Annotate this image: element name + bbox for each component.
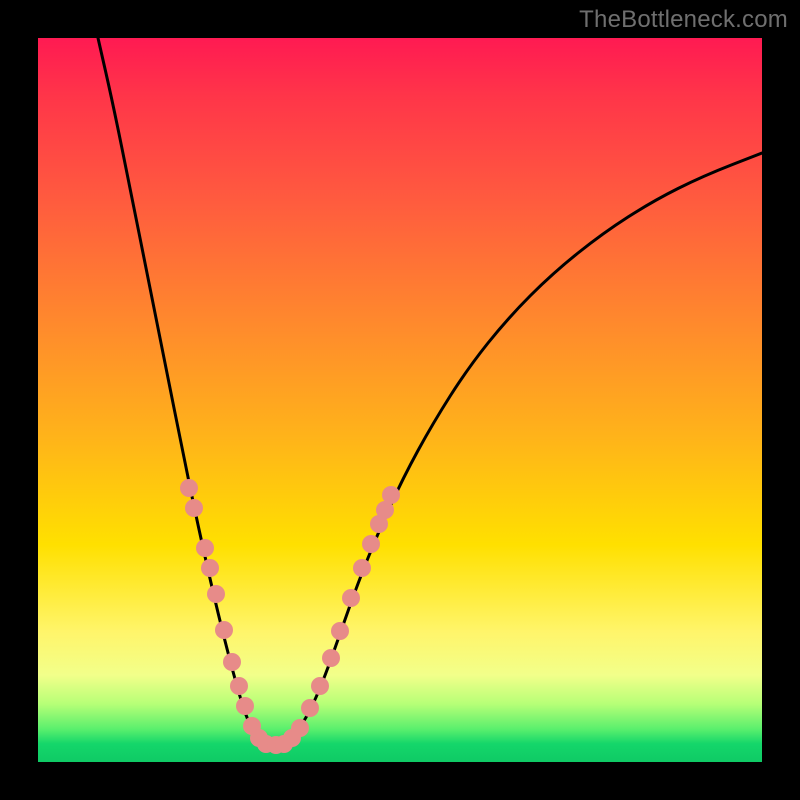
plot-area	[38, 38, 762, 762]
data-point	[353, 559, 371, 577]
watermark-text: TheBottleneck.com	[579, 6, 788, 34]
chart-svg	[38, 38, 762, 762]
data-point	[382, 486, 400, 504]
data-point	[301, 699, 319, 717]
data-point	[196, 539, 214, 557]
data-point	[230, 677, 248, 695]
curve-dots-right	[275, 486, 400, 753]
data-point	[291, 719, 309, 737]
data-point	[331, 622, 349, 640]
data-point	[322, 649, 340, 667]
data-point	[311, 677, 329, 695]
chart-frame: TheBottleneck.com	[0, 0, 800, 800]
data-point	[236, 697, 254, 715]
data-point	[362, 535, 380, 553]
bottleneck-curve	[98, 38, 762, 744]
data-point	[185, 499, 203, 517]
data-point	[201, 559, 219, 577]
data-point	[342, 589, 360, 607]
data-point	[180, 479, 198, 497]
data-point	[215, 621, 233, 639]
data-point	[207, 585, 225, 603]
data-point	[223, 653, 241, 671]
